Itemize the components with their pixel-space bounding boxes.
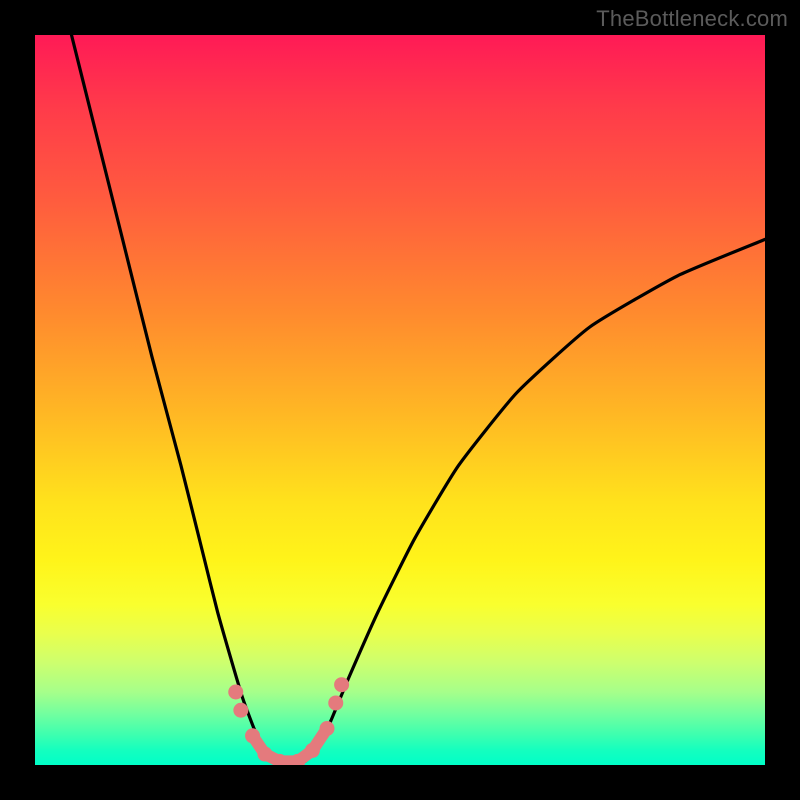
curve-layer — [35, 35, 765, 765]
attribution-text: TheBottleneck.com — [596, 6, 788, 32]
trough-marker-dot — [245, 728, 260, 743]
left-curve — [72, 35, 276, 761]
right-curve — [305, 239, 765, 761]
trough-marker-dot — [257, 747, 272, 762]
trough-marker-dot — [233, 703, 248, 718]
trough-marker-dot — [305, 743, 320, 758]
trough-marker-dot — [228, 685, 243, 700]
chart-frame: TheBottleneck.com — [0, 0, 800, 800]
trough-marker-dot — [320, 721, 335, 736]
trough-marker-dot — [328, 695, 343, 710]
trough-marker-dot — [334, 677, 349, 692]
plot-area — [35, 35, 765, 765]
